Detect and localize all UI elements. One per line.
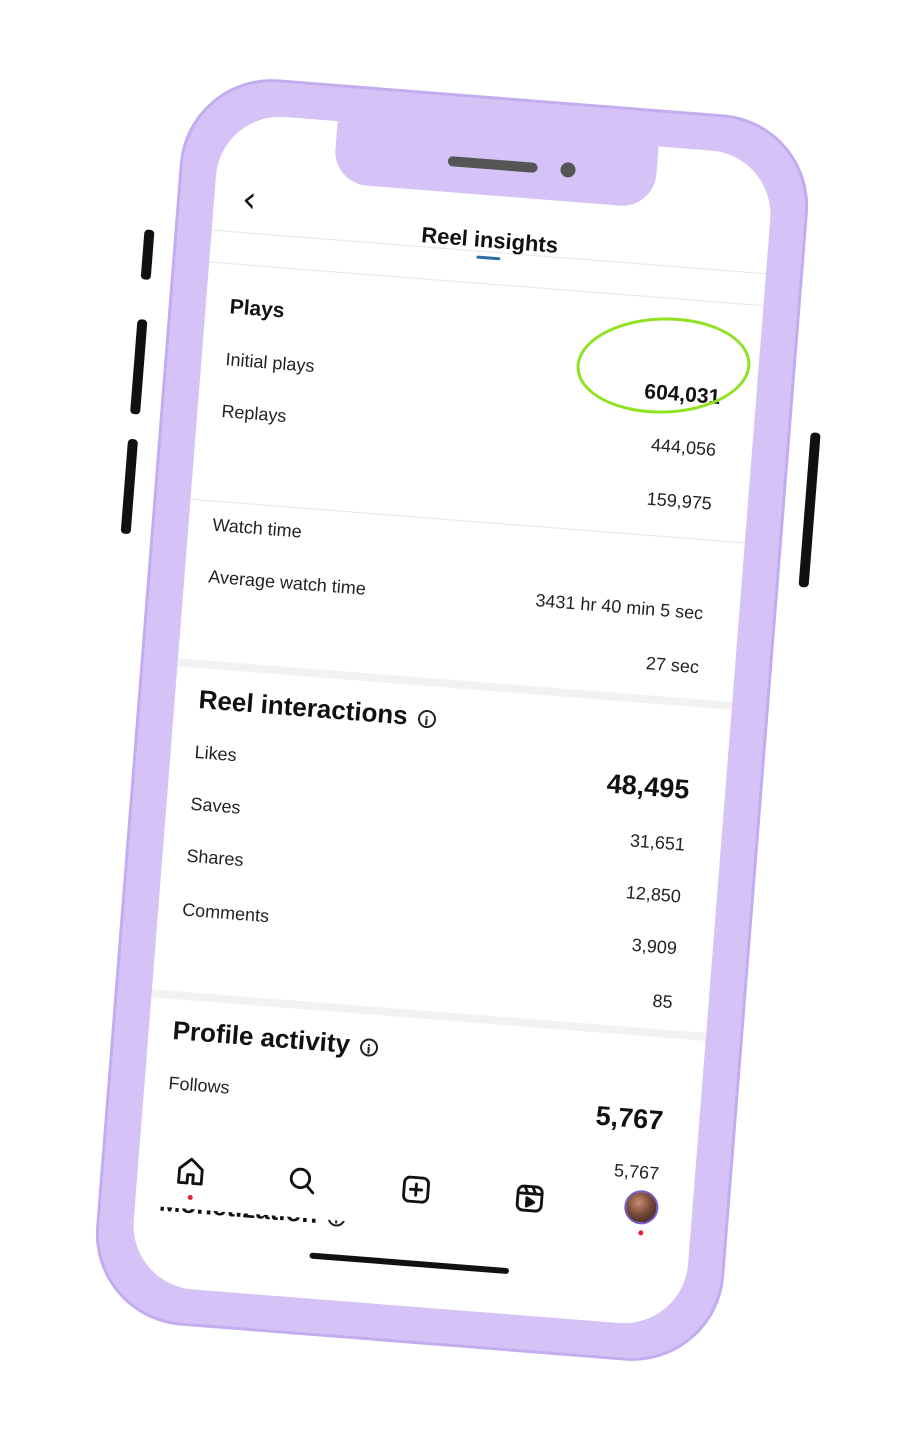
follows-label: Follows bbox=[167, 1072, 231, 1098]
profile-activity-title: Profile activity i bbox=[172, 1015, 380, 1062]
shares-value: 3,909 bbox=[631, 934, 678, 959]
comments-value: 85 bbox=[651, 990, 674, 1013]
initial-plays-label: Initial plays bbox=[224, 349, 316, 377]
page-title: Reel insights bbox=[420, 222, 560, 258]
front-camera bbox=[559, 161, 577, 178]
phone-power-button bbox=[798, 432, 821, 588]
saves-label: Saves bbox=[189, 793, 242, 818]
profile-avatar[interactable] bbox=[623, 1189, 666, 1236]
phone-frame: ‹ Reel insights Plays 604,031 Initial pl… bbox=[88, 72, 816, 1368]
profile-activity-title-text: Profile activity bbox=[171, 1015, 352, 1059]
phone-volume-down-button bbox=[120, 438, 139, 535]
highlight-circle bbox=[575, 315, 752, 416]
saves-value: 12,850 bbox=[625, 882, 682, 907]
reel-interactions-title-text: Reel interactions bbox=[197, 684, 409, 731]
watch-time-label: Watch time bbox=[211, 514, 303, 542]
notification-dot bbox=[187, 1194, 193, 1201]
avatar bbox=[623, 1189, 660, 1226]
info-icon[interactable]: i bbox=[359, 1037, 379, 1058]
interactions-total-value: 48,495 bbox=[605, 768, 691, 805]
average-watch-time-label: Average watch time bbox=[207, 566, 367, 599]
home-indicator[interactable] bbox=[309, 1252, 510, 1275]
shares-label: Shares bbox=[185, 845, 245, 871]
reels-icon[interactable] bbox=[511, 1180, 554, 1223]
phone-screen: ‹ Reel insights Plays 604,031 Initial pl… bbox=[128, 112, 776, 1328]
phone-mockup: ‹ Reel insights Plays 604,031 Initial pl… bbox=[88, 72, 821, 1368]
phone-volume-up-button bbox=[130, 319, 148, 415]
replays-label: Replays bbox=[220, 400, 288, 427]
phone-side-button bbox=[140, 229, 155, 280]
watch-time-value: 3431 hr 40 min 5 sec bbox=[534, 590, 704, 624]
search-icon[interactable] bbox=[284, 1162, 327, 1205]
bottom-navigation bbox=[134, 1144, 694, 1249]
active-tab-indicator bbox=[476, 255, 501, 261]
profile-activity-total-value: 5,767 bbox=[594, 1100, 665, 1136]
follows-value: 5,767 bbox=[613, 1160, 660, 1184]
likes-value: 31,651 bbox=[629, 830, 686, 855]
average-watch-time-value: 27 sec bbox=[645, 653, 700, 678]
speaker bbox=[447, 155, 538, 173]
notification-dot bbox=[638, 1230, 644, 1236]
comments-label: Comments bbox=[181, 899, 270, 927]
initial-plays-value: 444,056 bbox=[650, 434, 717, 460]
plays-section-title: Plays bbox=[228, 295, 286, 323]
notch bbox=[332, 112, 660, 209]
reel-interactions-title: Reel interactions i bbox=[198, 684, 437, 734]
info-icon[interactable]: i bbox=[416, 709, 437, 729]
likes-label: Likes bbox=[193, 741, 238, 766]
home-icon[interactable] bbox=[172, 1154, 215, 1201]
create-icon[interactable] bbox=[397, 1171, 440, 1214]
replays-value: 159,975 bbox=[646, 488, 713, 514]
